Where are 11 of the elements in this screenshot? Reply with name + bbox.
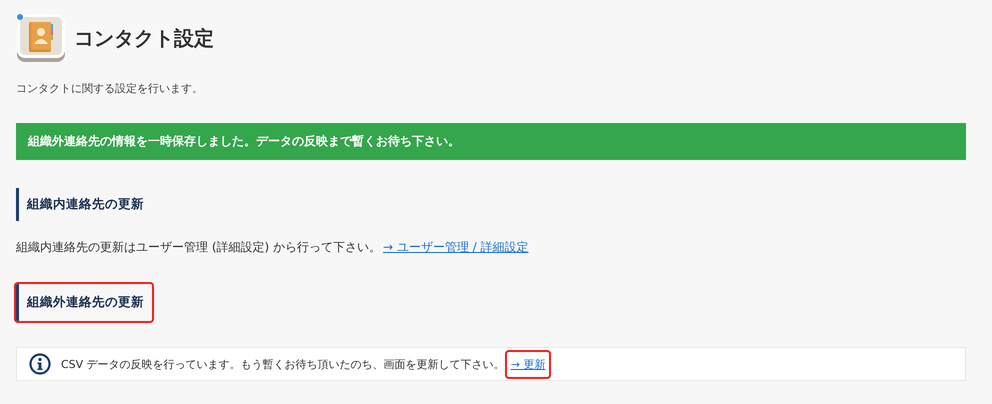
section-heading: 組織外連絡先の更新 xyxy=(16,284,152,321)
section-heading: 組織内連絡先の更新 xyxy=(16,188,152,221)
page-title: コンタクト設定 xyxy=(74,24,214,52)
address-book-icon xyxy=(16,13,66,63)
info-text: 組織内連絡先の更新はユーザー管理 (詳細設定) から行って下さい。 xyxy=(16,240,381,254)
success-banner: 組織外連絡先の情報を一時保存しました。データの反映まで暫くお待ち下さい。 xyxy=(16,123,966,160)
info-text: CSV データの反映を行っています。もう暫くお待ち頂いたのち、画面を更新して下さい。 xyxy=(61,358,505,370)
info-icon xyxy=(29,353,51,375)
link[interactable]: → 更新 xyxy=(506,352,550,376)
link[interactable]: → ユーザー管理 / 詳細設定 xyxy=(383,240,529,254)
page-description: コンタクトに関する設定を行います。 xyxy=(16,81,204,96)
